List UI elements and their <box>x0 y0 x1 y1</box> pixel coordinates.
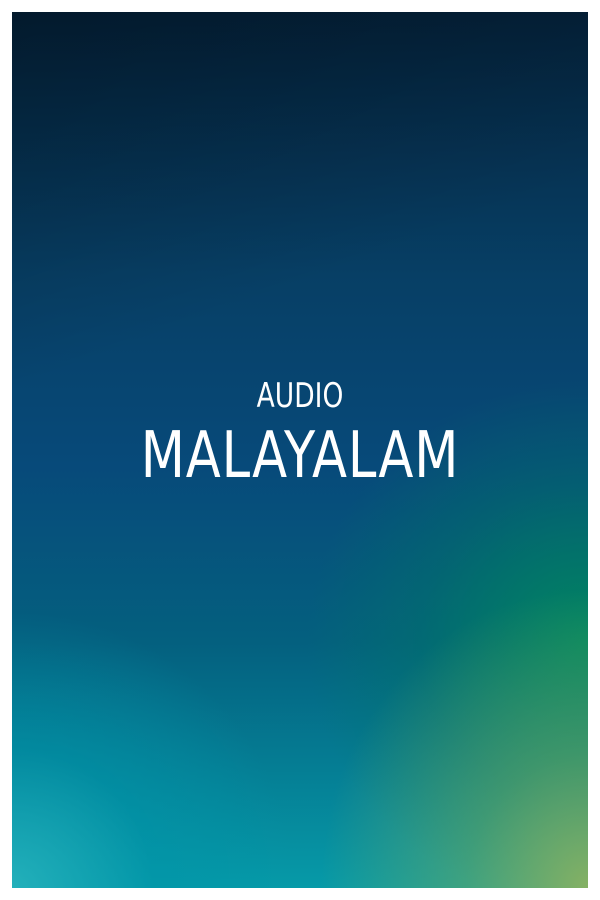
poster-subtitle: AUDIO <box>256 376 344 416</box>
poster-title-block: AUDIO MALAYALAM <box>12 376 588 492</box>
poster-cover: AUDIO MALAYALAM <box>12 12 588 888</box>
poster-title: MALAYALAM <box>140 419 460 493</box>
